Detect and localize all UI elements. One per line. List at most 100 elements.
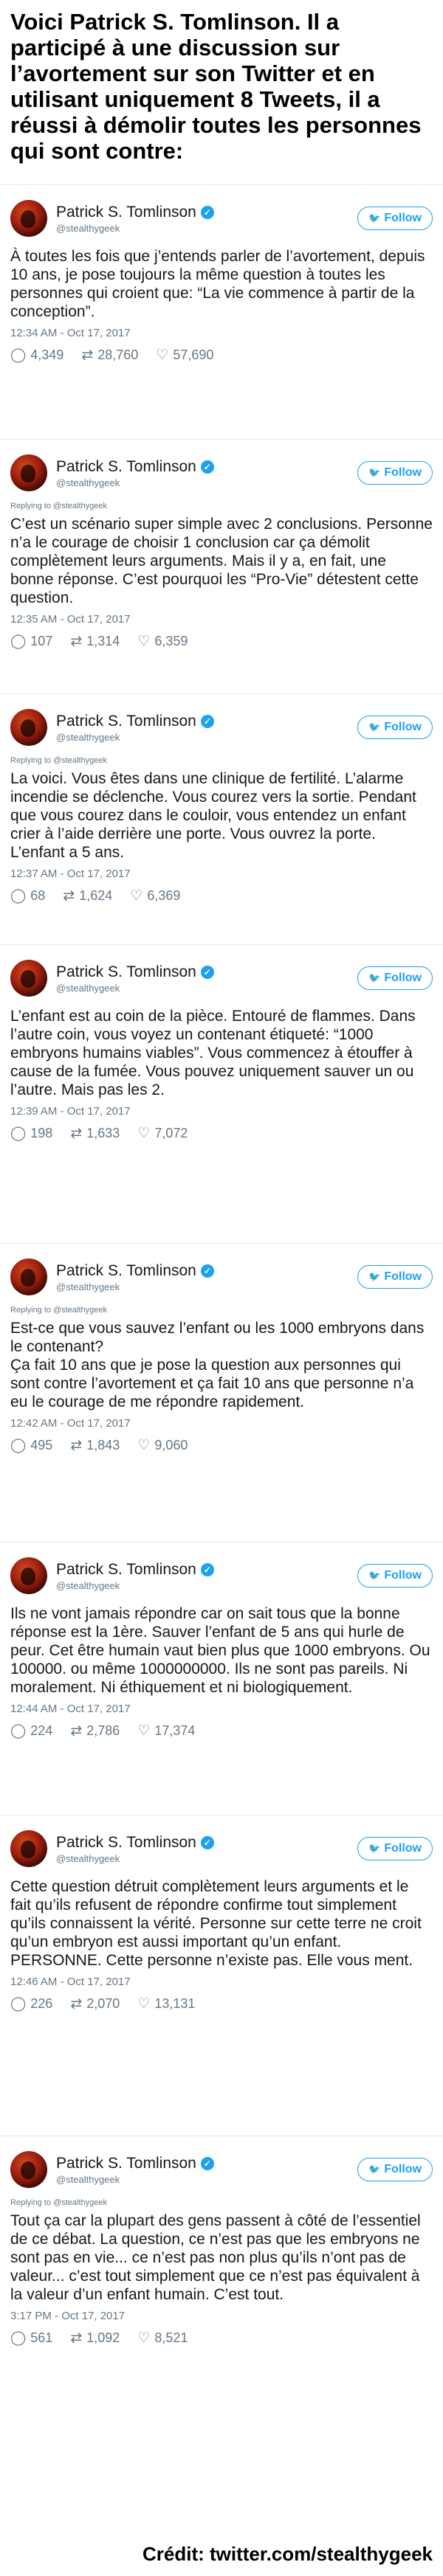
tweet-text: Tout ça car la plupart des gens passent … — [10, 2212, 425, 2303]
avatar[interactable] — [10, 960, 47, 997]
follow-label: Follow — [384, 1270, 422, 1283]
like-action[interactable]: ♡ 6,359 — [137, 633, 188, 650]
display-name[interactable]: Patrick S. Tomlinson — [56, 1262, 196, 1280]
tweet-card[interactable]: Patrick S. Tomlinson ✓ @stealthygeek 🐦 F… — [0, 1542, 443, 1815]
reply-count: 495 — [30, 1438, 53, 1453]
heart-icon: ♡ — [137, 1438, 151, 1453]
tweet-card[interactable]: Patrick S. Tomlinson ✓ @stealthygeek 🐦 F… — [0, 184, 443, 439]
follow-button[interactable]: 🐦 Follow — [357, 461, 433, 485]
like-action[interactable]: ♡ 8,521 — [137, 2330, 188, 2347]
tweet-card[interactable]: Patrick S. Tomlinson ✓ @stealthygeek 🐦 F… — [0, 2136, 443, 2497]
tweet-timestamp[interactable]: 12:34 AM - Oct 17, 2017 — [10, 327, 433, 339]
handle[interactable]: @stealthygeek — [56, 1281, 357, 1292]
like-action[interactable]: ♡ 6,369 — [130, 887, 180, 904]
reply-count: 107 — [30, 634, 53, 648]
avatar[interactable] — [10, 1557, 47, 1594]
tweet-timestamp[interactable]: 12:35 AM - Oct 17, 2017 — [10, 613, 433, 626]
avatar[interactable] — [10, 454, 47, 491]
replying-to[interactable]: Replying to @stealthygeek — [10, 502, 433, 510]
verified-icon: ✓ — [200, 714, 214, 728]
reply-action[interactable]: ◯ 4,349 — [10, 347, 63, 364]
reply-action[interactable]: ◯ 198 — [10, 1125, 52, 1142]
avatar[interactable] — [10, 1258, 47, 1295]
avatar[interactable] — [10, 1830, 47, 1867]
reply-action[interactable]: ◯ 68 — [10, 887, 45, 904]
twitter-bird-icon: 🐦 — [368, 1843, 381, 1854]
retweet-action[interactable]: ⇄ 2,070 — [70, 1995, 120, 2012]
tweet-card[interactable]: Patrick S. Tomlinson ✓ @stealthygeek 🐦 F… — [0, 1815, 443, 2136]
handle[interactable]: @stealthygeek — [56, 1580, 357, 1591]
twitter-bird-icon: 🐦 — [368, 212, 381, 224]
name-row: Patrick S. Tomlinson ✓ — [56, 204, 357, 221]
like-action[interactable]: ♡ 7,072 — [137, 1125, 188, 1142]
handle[interactable]: @stealthygeek — [56, 732, 357, 743]
tweet-text: C’est un scénario super simple avec 2 co… — [10, 516, 437, 606]
retweet-action[interactable]: ⇄ 1,092 — [70, 2330, 120, 2347]
handle[interactable]: @stealthygeek — [56, 223, 357, 234]
tweet-timestamp[interactable]: 12:42 AM - Oct 17, 2017 — [10, 1417, 433, 1430]
reply-icon: ◯ — [10, 1996, 27, 2012]
tweet-card[interactable]: Patrick S. Tomlinson ✓ @stealthygeek 🐦 F… — [0, 693, 443, 944]
display-name[interactable]: Patrick S. Tomlinson — [56, 1834, 196, 1852]
tweet-actions: ◯ 68 ⇄ 1,624 ♡ 6,369 — [10, 887, 433, 904]
avatar[interactable] — [10, 2151, 47, 2188]
tweet-list: Patrick S. Tomlinson ✓ @stealthygeek 🐦 F… — [0, 184, 443, 2497]
retweet-action[interactable]: ⇄ 2,786 — [70, 1722, 120, 1739]
avatar[interactable] — [10, 709, 47, 746]
like-action[interactable]: ♡ 13,131 — [137, 1995, 195, 2012]
reply-action[interactable]: ◯ 226 — [10, 1995, 52, 2012]
tweet-header: Patrick S. Tomlinson ✓ @stealthygeek 🐦 F… — [10, 2150, 433, 2189]
tweet-text: À toutes les fois que j’entends parler d… — [10, 248, 430, 320]
follow-button[interactable]: 🐦 Follow — [357, 1837, 433, 1860]
reply-action[interactable]: ◯ 224 — [10, 1722, 52, 1739]
display-name[interactable]: Patrick S. Tomlinson — [56, 963, 196, 981]
reply-action[interactable]: ◯ 561 — [10, 2330, 52, 2347]
reply-action[interactable]: ◯ 495 — [10, 1437, 52, 1454]
replying-to[interactable]: Replying to @stealthygeek — [10, 756, 433, 765]
handle[interactable]: @stealthygeek — [56, 983, 357, 994]
tweet-actions: ◯ 107 ⇄ 1,314 ♡ 6,359 — [10, 633, 433, 650]
replying-to[interactable]: Replying to @stealthygeek — [10, 1306, 433, 1315]
tweet-card[interactable]: Patrick S. Tomlinson ✓ @stealthygeek 🐦 F… — [0, 944, 443, 1243]
retweet-action[interactable]: ⇄ 28,760 — [81, 347, 138, 364]
tweet-timestamp[interactable]: 12:44 AM - Oct 17, 2017 — [10, 1703, 433, 1715]
like-action[interactable]: ♡ 57,690 — [156, 347, 213, 364]
author-block: Patrick S. Tomlinson ✓ @stealthygeek — [56, 2155, 357, 2185]
reply-action[interactable]: ◯ 107 — [10, 633, 52, 650]
tweet-card[interactable]: Patrick S. Tomlinson ✓ @stealthygeek 🐦 F… — [0, 1243, 443, 1542]
tweet-timestamp[interactable]: 12:46 AM - Oct 17, 2017 — [10, 1976, 433, 1988]
follow-button[interactable]: 🐦 Follow — [357, 1564, 433, 1588]
follow-button[interactable]: 🐦 Follow — [357, 2158, 433, 2181]
display-name[interactable]: Patrick S. Tomlinson — [56, 204, 196, 221]
follow-button[interactable]: 🐦 Follow — [357, 207, 433, 230]
author-block: Patrick S. Tomlinson ✓ @stealthygeek — [56, 713, 357, 743]
handle[interactable]: @stealthygeek — [56, 2174, 357, 2185]
display-name[interactable]: Patrick S. Tomlinson — [56, 2155, 196, 2172]
handle[interactable]: @stealthygeek — [56, 1853, 357, 1864]
tweet-timestamp[interactable]: 3:17 PM - Oct 17, 2017 — [10, 2310, 433, 2322]
retweet-action[interactable]: ⇄ 1,843 — [70, 1437, 120, 1454]
tweet-timestamp[interactable]: 12:39 AM - Oct 17, 2017 — [10, 1105, 433, 1118]
follow-button[interactable]: 🐦 Follow — [357, 1265, 433, 1289]
display-name[interactable]: Patrick S. Tomlinson — [56, 713, 196, 730]
retweet-action[interactable]: ⇄ 1,633 — [70, 1125, 120, 1142]
display-name[interactable]: Patrick S. Tomlinson — [56, 1561, 196, 1579]
reply-count: 226 — [30, 1996, 53, 2011]
tweet-card[interactable]: Patrick S. Tomlinson ✓ @stealthygeek 🐦 F… — [0, 439, 443, 693]
retweet-action[interactable]: ⇄ 1,314 — [70, 633, 120, 650]
like-count: 6,359 — [154, 634, 188, 648]
handle[interactable]: @stealthygeek — [56, 477, 357, 488]
retweet-action[interactable]: ⇄ 1,624 — [63, 887, 112, 904]
name-row: Patrick S. Tomlinson ✓ — [56, 963, 357, 981]
verified-icon: ✓ — [200, 965, 214, 979]
like-action[interactable]: ♡ 9,060 — [137, 1437, 188, 1454]
replying-to[interactable]: Replying to @stealthygeek — [10, 2198, 433, 2207]
follow-button[interactable]: 🐦 Follow — [357, 966, 433, 990]
avatar[interactable] — [10, 200, 47, 237]
tweet-timestamp[interactable]: 12:37 AM - Oct 17, 2017 — [10, 868, 433, 880]
like-action[interactable]: ♡ 17,374 — [137, 1722, 195, 1739]
author-block: Patrick S. Tomlinson ✓ @stealthygeek — [56, 963, 357, 994]
retweet-icon: ⇄ — [70, 1996, 83, 2012]
follow-button[interactable]: 🐦 Follow — [357, 716, 433, 739]
display-name[interactable]: Patrick S. Tomlinson — [56, 458, 196, 476]
